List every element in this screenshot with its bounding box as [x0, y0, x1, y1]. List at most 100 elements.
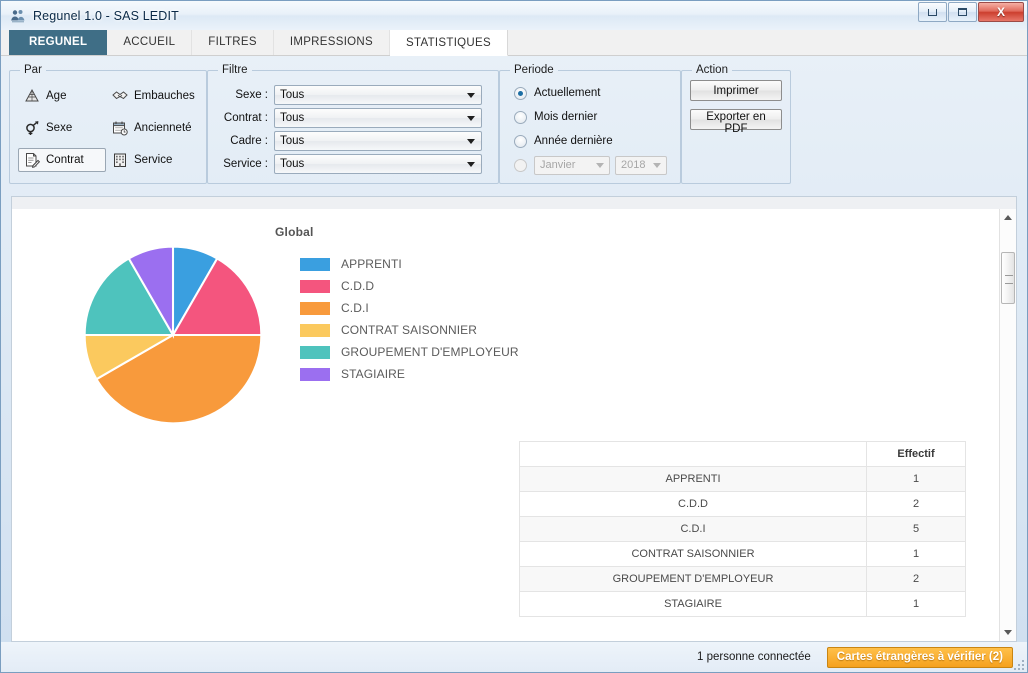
month-value: Janvier	[540, 159, 576, 171]
table-row[interactable]: CONTRAT SAISONNIER 1	[519, 541, 966, 567]
filter-select-cadre[interactable]: Tous	[274, 130, 482, 151]
scroll-up-button[interactable]	[1000, 209, 1016, 226]
resize-grip-icon[interactable]	[1012, 658, 1024, 670]
legend-item[interactable]: APPRENTI	[300, 253, 519, 275]
filter-row-service: Service : Tous	[216, 153, 490, 174]
periode-option-custom[interactable]: Janvier 2018	[508, 154, 672, 176]
filter-select-contrat[interactable]: Tous	[274, 107, 482, 128]
year-select[interactable]: 2018	[615, 155, 667, 175]
legend-item[interactable]: STAGIAIRE	[300, 363, 519, 385]
par-label-embauches: Embauches	[134, 90, 195, 102]
par-button-contrat[interactable]: Contrat	[18, 148, 106, 172]
tab-bar: REGUNEL ACCUEIL FILTRES IMPRESSIONS STAT…	[1, 29, 1027, 56]
minimize-button[interactable]	[918, 2, 947, 22]
filter-label-contrat: Contrat :	[223, 111, 268, 124]
legend-label: CONTRAT SAISONNIER	[341, 323, 478, 337]
filter-value-contrat: Tous	[280, 111, 305, 124]
par-label-sexe: Sexe	[46, 122, 73, 134]
chevron-down-icon	[1004, 630, 1012, 635]
filter-select-service[interactable]: Tous	[274, 153, 482, 174]
filtre-group: Filtre Sexe : Tous Contrat : Tous Cadre …	[207, 64, 499, 184]
table-header-blank	[519, 441, 867, 467]
par-label-age: Age	[46, 90, 67, 102]
legend-label: C.D.I	[341, 301, 369, 315]
legend-swatch	[300, 279, 330, 293]
legend-swatch	[300, 301, 330, 315]
par-label-contrat: Contrat	[46, 154, 84, 166]
tab-accueil[interactable]: ACCUEIL	[107, 29, 193, 55]
periode-option-actuellement[interactable]: Actuellement	[508, 82, 672, 104]
statistics-panel: Global APPRENTI C.D.D C.D.I CONTRAT SAIS…	[11, 196, 1017, 642]
filter-label-cadre: Cadre :	[230, 134, 268, 147]
chevron-up-icon	[1004, 215, 1012, 220]
filter-value-sexe: Tous	[280, 88, 305, 101]
par-button-anciennete[interactable]: Ancienneté	[106, 116, 198, 140]
chevron-down-icon	[653, 163, 661, 168]
table-row[interactable]: C.D.D 2	[519, 491, 966, 517]
calendar-clock-icon	[112, 120, 128, 136]
par-group: Par Age Embauches Sexe Ancienneté Contra…	[9, 64, 207, 184]
window-title: Regunel 1.0 - SAS LEDIT	[33, 8, 179, 23]
table-cell-effectif: 1	[866, 466, 966, 492]
table-header-effectif: Effectif	[866, 441, 966, 467]
table-cell-label: CONTRAT SAISONNIER	[519, 541, 867, 567]
close-icon: X	[996, 5, 1005, 19]
maximize-button[interactable]	[948, 2, 977, 22]
radio-icon	[514, 86, 527, 100]
table-row[interactable]: STAGIAIRE 1	[519, 591, 966, 617]
status-badge[interactable]: Cartes étrangères à vérifier (2)	[826, 646, 1013, 668]
pie-chart-section: Global APPRENTI C.D.D C.D.I CONTRAT SAIS…	[12, 209, 999, 461]
table-row[interactable]: APPRENTI 1	[519, 466, 966, 492]
filter-label-sexe: Sexe :	[235, 88, 268, 101]
filter-select-sexe[interactable]: Tous	[274, 84, 482, 105]
par-button-grid: Age Embauches Sexe Ancienneté Contrat Se…	[18, 84, 198, 172]
window-controls: X	[917, 2, 1024, 22]
year-value: 2018	[621, 159, 646, 171]
maximize-icon	[958, 8, 967, 16]
periode-option-annee-derniere[interactable]: Année dernière	[508, 130, 672, 152]
scrollbar-thumb[interactable]	[1001, 252, 1015, 304]
periode-option-mois-dernier[interactable]: Mois dernier	[508, 106, 672, 128]
filter-row-cadre: Cadre : Tous	[216, 130, 490, 151]
charts-canvas: Global APPRENTI C.D.D C.D.I CONTRAT SAIS…	[12, 209, 1016, 641]
table-cell-effectif: 2	[866, 491, 966, 517]
tab-regunel[interactable]: REGUNEL	[9, 29, 108, 55]
legend-item[interactable]: C.D.I	[300, 297, 519, 319]
vertical-scrollbar[interactable]	[999, 209, 1016, 641]
par-button-embauches[interactable]: Embauches	[106, 84, 198, 108]
tab-statistiques[interactable]: STATISTIQUES	[390, 30, 508, 56]
filter-row-sexe: Sexe : Tous	[216, 84, 490, 105]
table-cell-effectif: 1	[866, 541, 966, 567]
print-button[interactable]: Imprimer	[690, 80, 782, 101]
toolbar-row: Par Age Embauches Sexe Ancienneté Contra…	[1, 56, 1027, 196]
pie-chart	[83, 245, 263, 425]
action-group: Action Imprimer Exporter en PDF	[681, 64, 791, 184]
close-button[interactable]: X	[978, 2, 1024, 22]
legend-item[interactable]: C.D.D	[300, 275, 519, 297]
tab-filtres[interactable]: FILTRES	[192, 29, 274, 55]
status-bar: 1 personne connectée Cartes étrangères à…	[1, 642, 1027, 672]
par-button-sexe[interactable]: Sexe	[18, 116, 106, 140]
legend-item[interactable]: GROUPEMENT D'EMPLOYEUR	[300, 341, 519, 363]
par-button-service[interactable]: Service	[106, 148, 198, 172]
minimize-icon	[928, 8, 937, 16]
legend-item[interactable]: CONTRAT SAISONNIER	[300, 319, 519, 341]
par-button-age[interactable]: Age	[18, 84, 106, 108]
table-cell-effectif: 2	[866, 566, 966, 592]
par-label-service: Service	[134, 154, 173, 166]
title-bar: Regunel 1.0 - SAS LEDIT X	[1, 1, 1027, 30]
scroll-down-button[interactable]	[1000, 624, 1016, 641]
export-pdf-button[interactable]: Exporter en PDF	[690, 109, 782, 135]
table-cell-effectif: 1	[866, 591, 966, 617]
table-cell-label: GROUPEMENT D'EMPLOYEUR	[519, 566, 867, 592]
tab-impressions[interactable]: IMPRESSIONS	[273, 29, 391, 55]
table-row[interactable]: C.D.I 5	[519, 516, 966, 542]
building-icon	[112, 152, 128, 168]
application-window: Regunel 1.0 - SAS LEDIT X REGUNEL ACCUEI…	[0, 0, 1028, 673]
periode-group: Periode Actuellement Mois dernier Année …	[499, 64, 681, 184]
radio-icon	[514, 134, 527, 148]
table-row[interactable]: GROUPEMENT D'EMPLOYEUR 2	[519, 566, 966, 592]
par-label-anciennete: Ancienneté	[134, 122, 192, 134]
filter-value-service: Tous	[280, 157, 305, 170]
month-select[interactable]: Janvier	[534, 155, 610, 175]
